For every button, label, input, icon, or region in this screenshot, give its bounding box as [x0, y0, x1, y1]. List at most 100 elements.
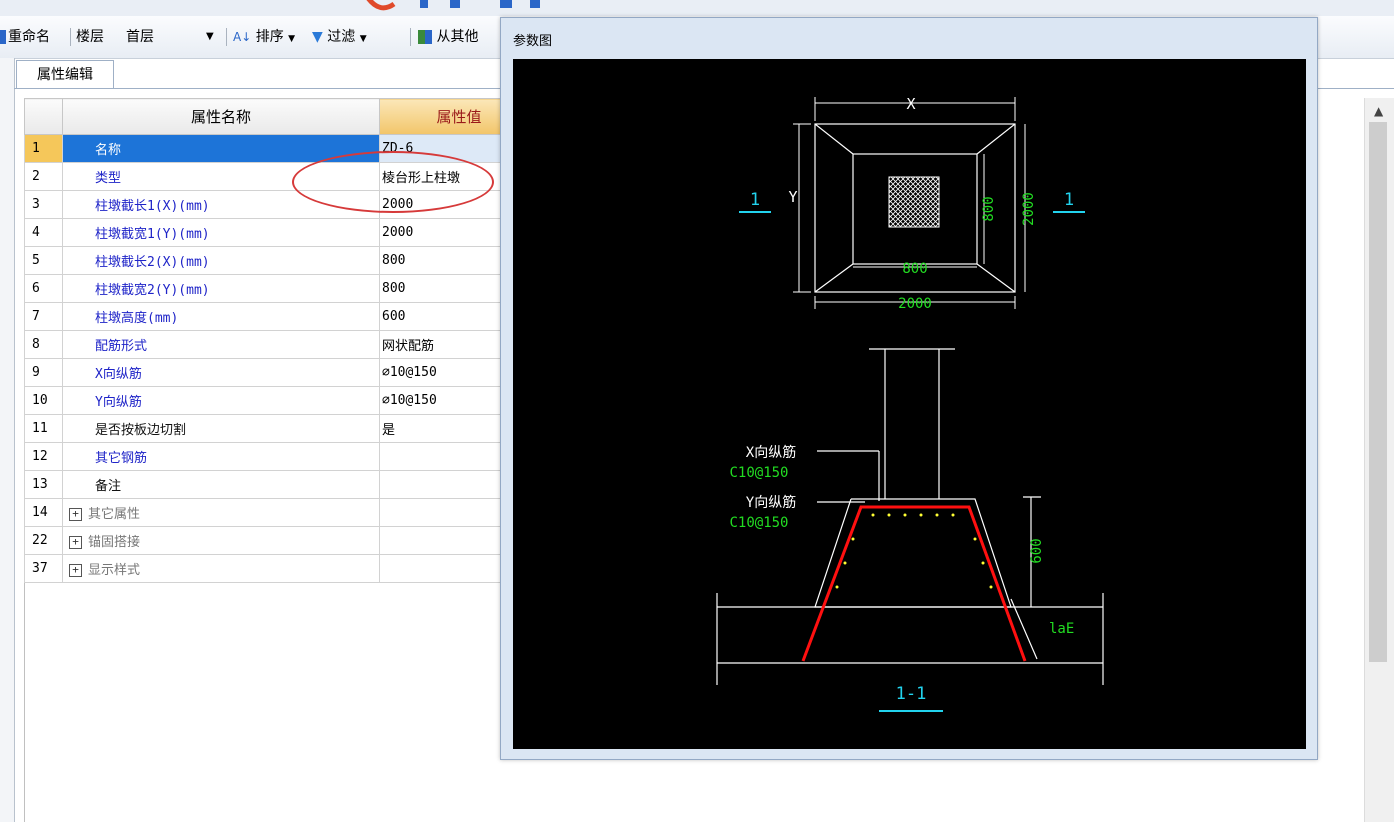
table-row[interactable]: 12 其它钢筋 — [24, 442, 539, 471]
y-bar-label: Y向纵筋 — [746, 494, 796, 511]
dim-800-vertical: 800 — [981, 196, 997, 221]
table-row[interactable]: 7 柱墩高度(mm) 600 — [24, 302, 539, 331]
lae-label: laE — [1049, 621, 1074, 637]
x-bar-label: X向纵筋 — [746, 444, 796, 461]
property-name-cell[interactable]: X向纵筋 — [62, 358, 380, 387]
property-name-cell[interactable]: 配筋形式 — [62, 330, 380, 359]
dim-2000-vertical: 2000 — [1021, 192, 1037, 226]
plan-corner-line — [814, 123, 854, 155]
section-mark-left: 1 — [750, 190, 760, 210]
table-row[interactable]: 3 柱墩截长1(X)(mm) 2000 — [24, 190, 539, 219]
grid-corner — [24, 98, 63, 135]
row-number: 7 — [24, 302, 63, 331]
row-number: 12 — [24, 442, 63, 471]
header-property-name[interactable]: 属性名称 — [62, 98, 380, 135]
plan-corner-line — [976, 123, 1016, 155]
tab-property-edit[interactable]: 属性编辑 — [16, 60, 114, 89]
toolbar-separator — [70, 28, 71, 46]
property-name-cell[interactable]: 柱墩截宽1(Y)(mm) — [62, 218, 380, 247]
x-bar-spec: C10@150 — [729, 465, 788, 481]
row-number: 22 — [24, 526, 63, 555]
table-row[interactable]: 6 柱墩截宽2(Y)(mm) 800 — [24, 274, 539, 303]
property-name-cell[interactable]: 柱墩截宽2(Y)(mm) — [62, 274, 380, 303]
floor-select[interactable]: 首层 ▼ — [126, 26, 220, 48]
left-splitter[interactable] — [0, 58, 15, 822]
property-name-cell[interactable]: 是否按板边切割 — [62, 414, 380, 443]
rename-button[interactable]: 重命名 — [0, 26, 50, 48]
table-row[interactable]: 5 柱墩截长2(X)(mm) 800 — [24, 246, 539, 275]
table-row[interactable]: 9 X向纵筋 ⌀10@150 — [24, 358, 539, 387]
row-number: 11 — [24, 414, 63, 443]
table-row[interactable]: 10 Y向纵筋 ⌀10@150 — [24, 386, 539, 415]
property-group-cell[interactable]: + 锚固搭接 — [62, 526, 380, 555]
property-group-label: 锚固搭接 — [88, 535, 141, 550]
drawing-canvas: X Y 800 2000 800 2000 1 1 X向纵筋 C10@150 Y… — [513, 59, 1306, 749]
table-row[interactable]: 1 名称 ZD-6 — [24, 134, 539, 163]
row-number: 6 — [24, 274, 63, 303]
table-row[interactable]: 37 + 显示样式 — [24, 554, 539, 583]
section-title: 1-1 — [896, 684, 927, 704]
property-name-cell[interactable]: 备注 — [62, 470, 380, 499]
row-number: 1 — [24, 134, 63, 163]
row-number: 2 — [24, 162, 63, 191]
vertical-scrollbar[interactable]: ▲ — [1364, 98, 1394, 822]
property-group-cell[interactable]: + 显示样式 — [62, 554, 380, 583]
property-name-cell[interactable]: 名称 — [62, 134, 380, 163]
filter-button[interactable]: ▼ 过滤 ▼ — [312, 26, 367, 48]
dim-800-horizontal: 800 — [902, 261, 927, 277]
rename-icon — [0, 30, 6, 44]
table-row[interactable]: 14 + 其它属性 — [24, 498, 539, 527]
row-number: 5 — [24, 246, 63, 275]
rebar-dots — [835, 513, 993, 589]
property-name-cell[interactable]: 柱墩截长1(X)(mm) — [62, 190, 380, 219]
property-group-cell[interactable]: + 其它属性 — [62, 498, 380, 527]
toolbar-separator — [226, 28, 227, 46]
scrollbar-thumb[interactable] — [1369, 122, 1387, 662]
rebar-line — [801, 505, 1027, 662]
rename-label: 重命名 — [8, 29, 50, 45]
table-row[interactable]: 8 配筋形式 网状配筋 — [24, 330, 539, 359]
sort-az-icon: A↓ — [233, 30, 252, 44]
chevron-down-icon: ▼ — [288, 34, 296, 44]
property-group-label: 显示样式 — [88, 563, 141, 578]
upper-toolbar-strip — [0, 0, 1394, 17]
row-number: 14 — [24, 498, 63, 527]
property-name-cell[interactable]: Y向纵筋 — [62, 386, 380, 415]
row-number: 13 — [24, 470, 63, 499]
parameter-drawing-window: 参数图 X Y 800 2000 800 2000 1 1 X向纵筋 C10@1… — [500, 17, 1318, 760]
property-group-label: 其它属性 — [88, 507, 141, 522]
table-row[interactable]: 22 + 锚固搭接 — [24, 526, 539, 555]
property-name-cell[interactable]: 柱墩截长2(X)(mm) — [62, 246, 380, 275]
dim-x-label: X — [906, 95, 915, 113]
toolbar-separator — [410, 28, 411, 46]
y-bar-spec: C10@150 — [729, 515, 788, 531]
copy-from-other-button[interactable]: 从其他 — [418, 26, 478, 48]
copy-icon — [418, 30, 432, 44]
property-name-cell[interactable]: 其它钢筋 — [62, 442, 380, 471]
scroll-up-icon[interactable]: ▲ — [1374, 104, 1383, 118]
property-name-cell[interactable]: 柱墩高度(mm) — [62, 302, 380, 331]
expand-plus-icon[interactable]: + — [69, 536, 82, 549]
table-row[interactable]: 2 类型 棱台形上柱墩 — [24, 162, 539, 191]
chevron-down-icon: ▼ — [359, 34, 367, 44]
chevron-down-icon: ▼ — [206, 31, 214, 42]
property-name-cell[interactable]: 类型 — [62, 162, 380, 191]
drawing-svg: X Y 800 2000 800 2000 1 1 X向纵筋 C10@150 Y… — [716, 95, 1104, 712]
property-grid: 属性名称 属性值 1 名称 ZD-6 2 类型 棱台形上柱墩 3 柱墩截长1(X… — [24, 98, 539, 583]
upper-toolbar-icons — [366, 0, 540, 11]
expand-plus-icon[interactable]: + — [69, 564, 82, 577]
row-number: 8 — [24, 330, 63, 359]
table-row[interactable]: 4 柱墩截宽1(Y)(mm) 2000 — [24, 218, 539, 247]
floor-select-value: 首层 — [126, 29, 154, 45]
dialog-title: 参数图 — [513, 34, 553, 49]
section-mark-right: 1 — [1064, 190, 1074, 210]
expand-plus-icon[interactable]: + — [69, 508, 82, 521]
table-row[interactable]: 11 是否按板边切割 是 — [24, 414, 539, 443]
table-row[interactable]: 13 备注 — [24, 470, 539, 499]
dim-600-label: 600 — [1029, 538, 1045, 563]
dim-y-label: Y — [788, 188, 797, 206]
tab-label: 属性编辑 — [37, 67, 93, 83]
column-hatch — [888, 176, 940, 228]
sort-button[interactable]: A↓ 排序 ▼ — [233, 26, 295, 48]
plan-corner-line — [814, 263, 854, 293]
